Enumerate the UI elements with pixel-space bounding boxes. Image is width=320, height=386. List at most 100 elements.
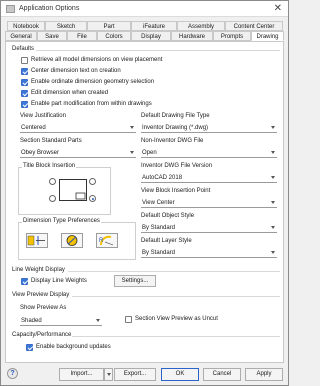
line-weight-heading: Line Weight Display <box>12 267 65 273</box>
checkbox-label: Edit dimension when created <box>31 90 109 96</box>
select-value: Centered <box>21 125 46 131</box>
dimension-radius-icon: R <box>99 235 114 246</box>
tab-general[interactable]: General <box>5 31 37 41</box>
title-block-insertion-label: Title Block Insertion <box>22 163 77 169</box>
apply-button[interactable]: Apply <box>245 368 283 381</box>
help-icon[interactable]: ? <box>7 368 18 379</box>
dwg-version-select[interactable]: AutoCAD 2018 <box>141 173 277 183</box>
background-updates-checkbox[interactable] <box>26 344 33 351</box>
separator <box>68 271 280 272</box>
title-block-top-left-radio[interactable] <box>49 178 56 185</box>
default-layer-style-select[interactable]: By Standard <box>141 248 277 258</box>
import-dropdown-button[interactable] <box>104 368 113 381</box>
part-modification-checkbox[interactable] <box>21 101 28 108</box>
defaults-heading: Defaults <box>12 46 35 52</box>
title-block-icon <box>59 179 87 201</box>
caret-down-icon <box>271 201 275 204</box>
dimension-diameter-button[interactable] <box>61 233 83 248</box>
import-button[interactable]: Import... <box>59 368 104 381</box>
tab-ifeature[interactable]: iFeature <box>131 21 177 31</box>
checkbox-label: Enable ordinate dimension geometry selec… <box>31 79 155 85</box>
select-value: View Center <box>142 200 175 206</box>
default-file-type-select[interactable]: Inventor Drawing (*.dwg) <box>141 123 277 133</box>
non-inventor-dwg-label: Non-Inventor DWG File <box>141 138 204 144</box>
default-layer-style-label: Default Layer Style <box>141 238 192 244</box>
tab-file[interactable]: File <box>67 31 97 41</box>
select-value: Obey Browser <box>21 150 60 156</box>
tab-sketch[interactable]: Sketch <box>45 21 87 31</box>
edit-dimension-checkbox[interactable] <box>21 90 28 97</box>
dimension-linear-icon <box>27 235 45 246</box>
title-block-bottom-left-radio[interactable] <box>49 195 56 202</box>
select-value: Shaded <box>21 318 42 324</box>
dwg-version-label: Inventor DWG File Version <box>141 163 213 169</box>
title-block-top-right-radio[interactable] <box>89 178 96 185</box>
retrieve-dimensions-checkbox[interactable] <box>21 57 28 64</box>
caret-down-icon <box>271 251 275 254</box>
title-block-bottom-right-radio[interactable] <box>89 195 96 202</box>
display-line-weights-checkbox[interactable] <box>21 278 28 285</box>
caret-down-icon <box>271 176 275 179</box>
select-value: AutoCAD 2018 <box>142 175 183 181</box>
default-file-type-label: Default Drawing File Type <box>141 113 210 119</box>
view-block-insertion-select[interactable]: View Center <box>141 198 277 208</box>
section-preview-uncut-checkbox[interactable] <box>125 316 132 323</box>
caret-down-icon <box>130 126 134 129</box>
non-inventor-dwg-select[interactable]: Open <box>141 148 277 158</box>
separator <box>72 296 280 297</box>
ordinate-selection-checkbox[interactable] <box>21 79 28 86</box>
tab-part[interactable]: Part <box>87 21 131 31</box>
tab-display[interactable]: Display <box>131 31 171 41</box>
caret-down-icon <box>271 126 275 129</box>
default-object-style-select[interactable]: By Standard <box>141 223 277 233</box>
tab-prompts[interactable]: Prompts <box>213 31 251 41</box>
app-icon <box>6 5 15 13</box>
capacity-heading: Capacity/Performance <box>12 332 72 338</box>
checkbox-label: Section View Preview as Uncut <box>135 316 218 322</box>
show-preview-label: Show Preview As <box>20 305 67 311</box>
checkbox-label: Retrieve all model dimensions on view pl… <box>31 57 163 63</box>
section-standard-parts-label: Section Standard Parts <box>20 138 82 144</box>
line-weight-settings-button[interactable]: Settings... <box>114 275 156 287</box>
view-block-insertion-label: View Block Insertion Point <box>141 188 211 194</box>
caret-down-icon <box>106 373 111 376</box>
dimension-linear-button[interactable] <box>26 233 48 248</box>
tab-notebook[interactable]: Notebook <box>7 21 45 31</box>
view-justification-select[interactable]: Centered <box>20 123 136 133</box>
tab-colors[interactable]: Colors <box>97 31 131 41</box>
application-options-window: Application Options ✕ Notebook Sketch Pa… <box>0 0 289 386</box>
tab-strip: Notebook Sketch Part iFeature Assembly C… <box>5 21 284 41</box>
title-bar: Application Options ✕ <box>1 1 288 17</box>
section-standard-parts-select[interactable]: Obey Browser <box>20 148 136 158</box>
default-object-style-label: Default Object Style <box>141 213 195 219</box>
svg-text:R: R <box>99 238 104 244</box>
select-value: By Standard <box>142 225 176 231</box>
ok-button[interactable]: OK <box>161 368 199 381</box>
separator <box>36 50 280 51</box>
show-preview-select[interactable]: Shaded <box>20 316 102 326</box>
cancel-button[interactable]: Cancel <box>203 368 241 381</box>
checkbox-label: Center dimension text on creation <box>31 68 121 74</box>
caret-down-icon <box>271 151 275 154</box>
tab-hardware[interactable]: Hardware <box>171 31 213 41</box>
tab-content-center[interactable]: Content Center <box>225 21 283 31</box>
caret-down-icon <box>271 226 275 229</box>
window-title: Application Options <box>19 5 80 12</box>
checkbox-label: Enable part modification from within dra… <box>31 101 152 107</box>
separator <box>72 336 280 337</box>
caret-down-icon <box>96 319 100 322</box>
tab-save[interactable]: Save <box>37 31 67 41</box>
close-icon[interactable]: ✕ <box>274 3 282 15</box>
checkbox-label: Enable background updates <box>36 344 111 350</box>
tab-drawing[interactable]: Drawing <box>251 31 284 41</box>
view-justification-label: View Justification <box>20 113 66 119</box>
dimension-radius-button[interactable]: R <box>96 233 118 248</box>
center-dimension-text-checkbox[interactable] <box>21 68 28 75</box>
select-value: Open <box>142 150 157 156</box>
select-value: By Standard <box>142 250 176 256</box>
dimension-type-preferences-label: Dimension Type Preferences <box>22 218 101 224</box>
export-button[interactable]: Export... <box>114 368 156 381</box>
drawing-options-panel: Defaults Retrieve all model dimensions o… <box>5 41 284 363</box>
tab-assembly[interactable]: Assembly <box>177 21 225 31</box>
select-value: Inventor Drawing (*.dwg) <box>142 125 209 131</box>
